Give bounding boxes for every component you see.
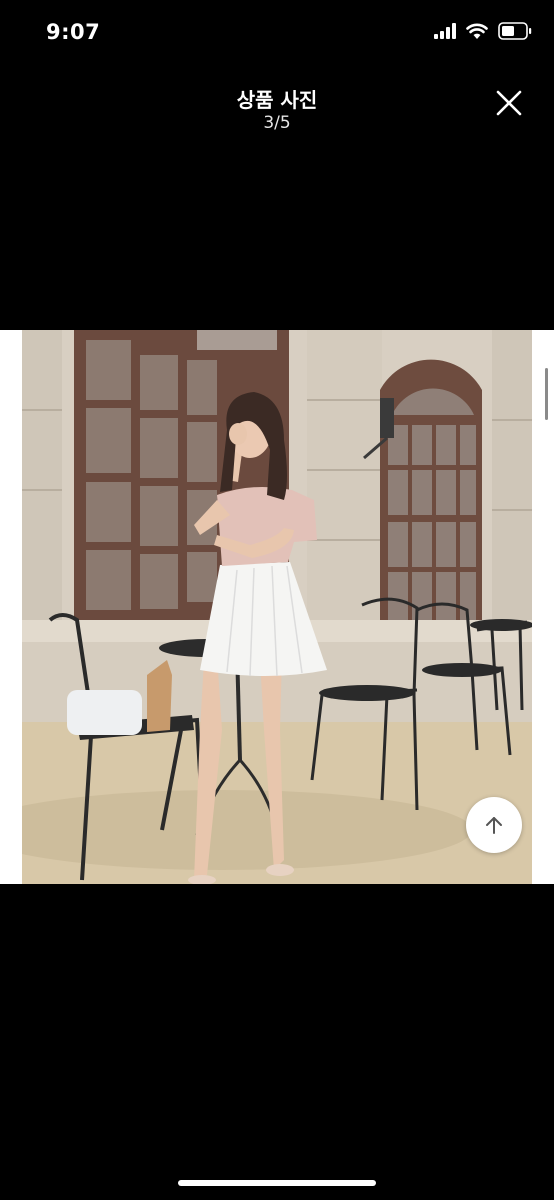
wifi-icon [466, 23, 488, 39]
status-icons [434, 22, 532, 40]
close-icon [496, 90, 522, 116]
scroll-top-button[interactable] [466, 797, 522, 853]
product-photo-illustration [22, 330, 532, 884]
status-bar: 9:07 [0, 0, 554, 70]
scrollbar-thumb[interactable] [545, 368, 548, 420]
page-title: 상품 사진 [236, 88, 318, 112]
close-button[interactable] [494, 88, 524, 118]
product-photo[interactable] [22, 330, 532, 884]
photo-counter: 3/5 [263, 113, 291, 133]
home-indicator[interactable] [178, 1180, 376, 1186]
viewer-header: 상품 사진 3/5 [0, 80, 554, 140]
photo-frame [0, 330, 554, 884]
status-time: 9:07 [46, 20, 101, 44]
arrow-up-icon [486, 817, 502, 834]
battery-icon [498, 22, 532, 40]
cellular-signal-icon [434, 23, 456, 39]
